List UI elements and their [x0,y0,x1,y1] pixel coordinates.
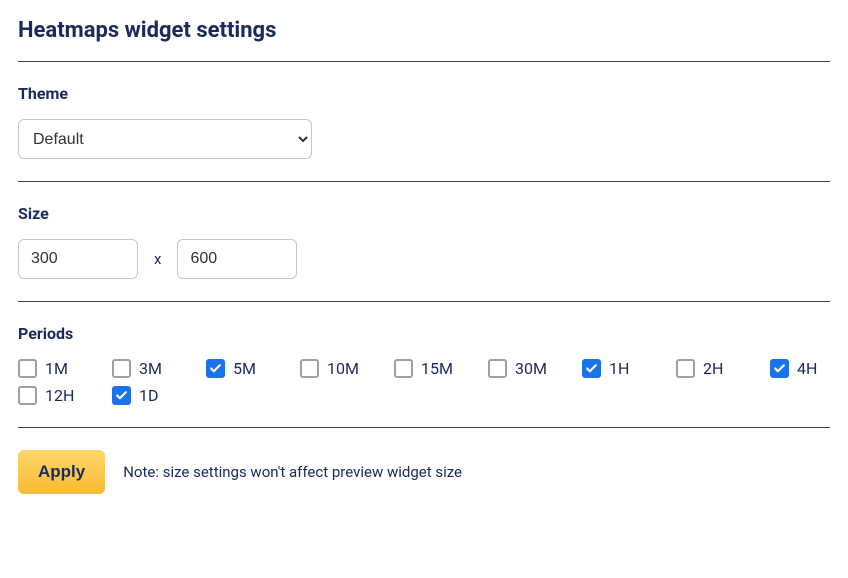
divider [18,301,830,302]
period-label-10m[interactable]: 10M [327,359,359,378]
period-checkbox-12h[interactable] [18,386,37,405]
theme-section: Theme Default [18,84,830,159]
period-item-5m: 5M [206,359,294,378]
period-item-1d: 1D [112,386,200,405]
periods-label: Periods [18,324,830,343]
period-checkbox-1d[interactable] [112,386,131,405]
period-item-30m: 30M [488,359,576,378]
period-checkbox-4h[interactable] [770,359,789,378]
period-item-3m: 3M [112,359,200,378]
period-label-1d[interactable]: 1D [139,386,159,405]
size-label: Size [18,204,830,223]
period-checkbox-1m[interactable] [18,359,37,378]
periods-grid: 1M 3M 5M 10M 15M 30M 1H 2H 4H 12H 1D [18,359,830,405]
theme-select[interactable]: Default [18,119,312,159]
period-label-3m[interactable]: 3M [139,359,162,378]
period-item-10m: 10M [300,359,388,378]
period-checkbox-5m[interactable] [206,359,225,378]
periods-section: Periods 1M 3M 5M 10M 15M 30M 1H 2H 4H 12H 1D [18,324,830,405]
period-item-12h: 12H [18,386,106,405]
period-checkbox-15m[interactable] [394,359,413,378]
size-section: Size x [18,204,830,279]
period-label-15m[interactable]: 15M [421,359,453,378]
note-text: Note: size settings won't affect preview… [123,463,462,481]
period-checkbox-10m[interactable] [300,359,319,378]
period-label-2h[interactable]: 2H [703,359,723,378]
period-item-1h: 1H [582,359,670,378]
size-separator: x [154,250,161,268]
divider [18,61,830,62]
period-item-1m: 1M [18,359,106,378]
apply-button[interactable]: Apply [18,450,105,494]
period-label-5m[interactable]: 5M [233,359,256,378]
period-checkbox-1h[interactable] [582,359,601,378]
period-item-4h: 4H [770,359,848,378]
period-label-12h[interactable]: 12H [45,386,74,405]
page-title: Heatmaps widget settings [18,18,830,43]
period-label-1h[interactable]: 1H [609,359,629,378]
period-checkbox-2h[interactable] [676,359,695,378]
period-label-30m[interactable]: 30M [515,359,547,378]
period-checkbox-3m[interactable] [112,359,131,378]
period-label-1m[interactable]: 1M [45,359,68,378]
divider [18,181,830,182]
divider [18,427,830,428]
footer: Apply Note: size settings won't affect p… [18,450,830,494]
size-width-input[interactable] [18,239,138,279]
period-label-4h[interactable]: 4H [797,359,817,378]
period-item-2h: 2H [676,359,764,378]
theme-label: Theme [18,84,830,103]
period-checkbox-30m[interactable] [488,359,507,378]
period-item-15m: 15M [394,359,482,378]
size-height-input[interactable] [177,239,297,279]
